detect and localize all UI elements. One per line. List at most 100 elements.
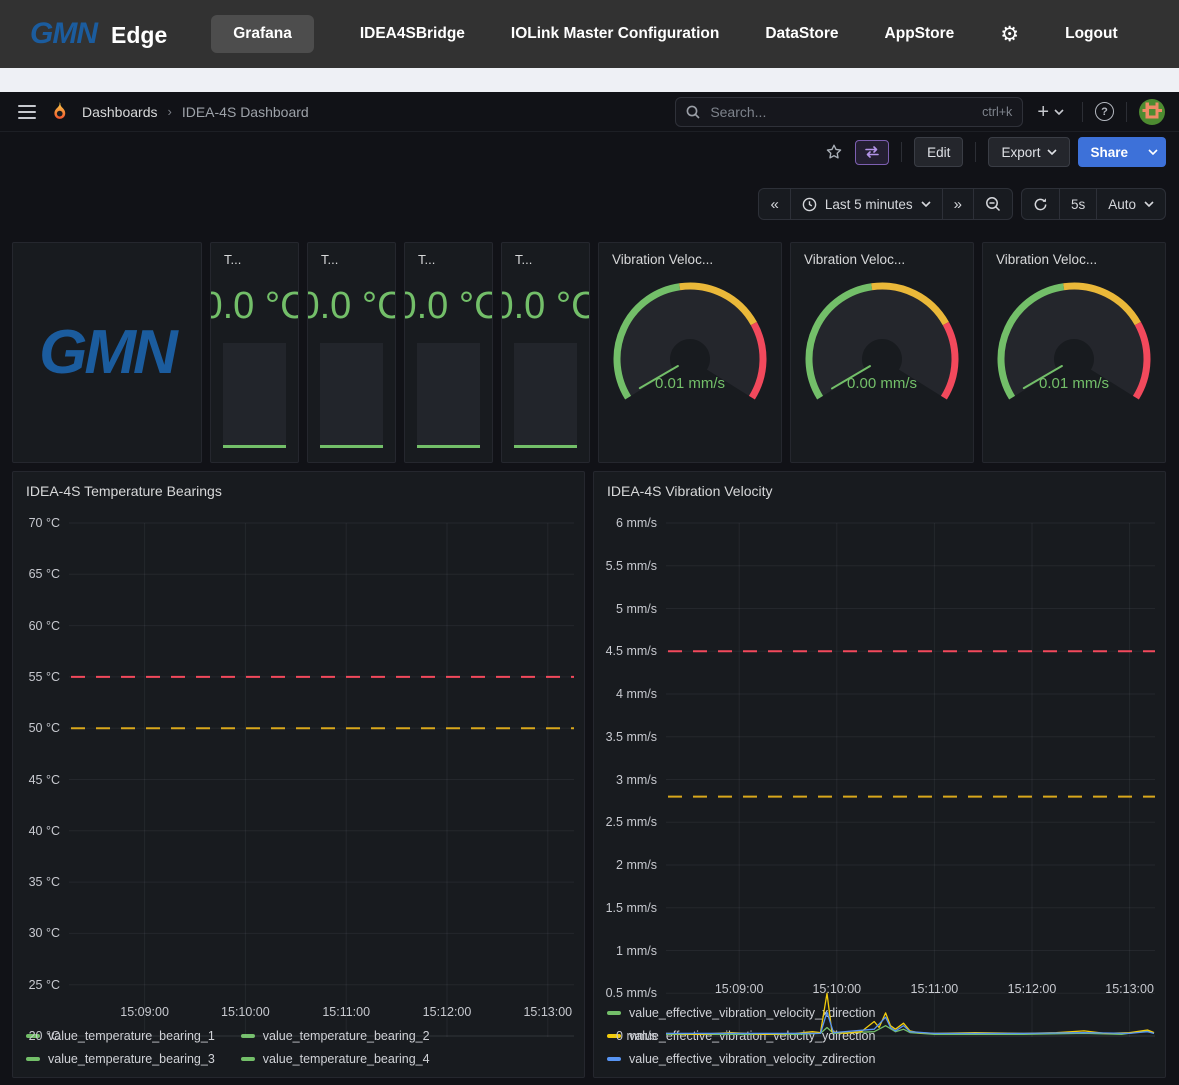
temperature-stat-panel-2: T... 0.0 °C: [307, 242, 396, 463]
x-tick-label: 15:09:00: [715, 982, 764, 996]
share-button[interactable]: Share: [1078, 137, 1140, 167]
y-tick-label: 40 °C: [29, 824, 60, 838]
gauge-value: 0.01 mm/s: [602, 375, 778, 392]
x-tick-label: 15:13:00: [523, 1005, 572, 1019]
x-tick-label: 15:10:00: [812, 982, 861, 996]
auto-refresh-dropdown[interactable]: Auto: [1096, 189, 1165, 219]
y-tick-label: 65 °C: [29, 567, 60, 581]
chevron-down-icon: [1148, 149, 1158, 155]
nav-item-datastore[interactable]: DataStore: [765, 25, 838, 43]
y-tick-label: 1 mm/s: [616, 944, 657, 958]
plot-area[interactable]: [666, 509, 1155, 977]
time-range-group: « Last 5 minutes »: [758, 188, 1012, 220]
x-tick-label: 15:09:00: [120, 1005, 169, 1019]
search-shortcut: ctrl+k: [982, 105, 1012, 119]
grafana-logo-icon[interactable]: [48, 101, 70, 123]
y-tick-label: 4 mm/s: [616, 687, 657, 701]
x-tick-label: 15:10:00: [221, 1005, 270, 1019]
vibration-gauge-panel-3: Vibration Veloc... 0.01 mm/s: [982, 242, 1166, 463]
x-tick-label: 15:13:00: [1105, 982, 1154, 996]
stat-bar-gauge: [223, 343, 286, 448]
y-tick-label: 45 °C: [29, 773, 60, 787]
star-icon[interactable]: [821, 141, 847, 163]
edit-button[interactable]: Edit: [914, 137, 963, 167]
y-axis: 70 °C65 °C60 °C55 °C50 °C45 °C40 °C35 °C…: [23, 509, 69, 1000]
y-tick-label: 2 mm/s: [616, 858, 657, 872]
legend-item[interactable]: value_temperature_bearing_3: [26, 1052, 215, 1066]
zoom-out-button[interactable]: [973, 189, 1012, 219]
y-tick-label: 6 mm/s: [616, 516, 657, 530]
nav-item-logout[interactable]: Logout: [1065, 25, 1118, 43]
breadcrumb-current: IDEA-4S Dashboard: [182, 104, 309, 120]
x-axis: 15:09:0015:10:0015:11:0015:12:0015:13:00: [69, 1000, 574, 1022]
export-button[interactable]: Export: [988, 137, 1070, 167]
y-tick-label: 50 °C: [29, 721, 60, 735]
search-icon: [686, 105, 700, 119]
refresh-button[interactable]: [1022, 189, 1059, 219]
chart-title: IDEA-4S Vibration Velocity: [604, 480, 1155, 509]
nav-item-iolink-master-configuration[interactable]: IOLink Master Configuration: [511, 25, 719, 43]
breadcrumb-dashboards[interactable]: Dashboards: [82, 104, 158, 120]
new-button[interactable]: +: [1031, 102, 1070, 122]
search-box[interactable]: ctrl+k: [675, 97, 1023, 127]
dashboard-toolbar: Edit Export Share: [0, 132, 1179, 172]
nav-item-idea4sbridge[interactable]: IDEA4SBridge: [360, 25, 465, 43]
legend-marker-icon: [26, 1057, 40, 1061]
stat-title: T...: [405, 252, 492, 267]
auto-label: Auto: [1108, 197, 1136, 212]
legend-item[interactable]: value_effective_vibration_velocity_zdire…: [607, 1052, 875, 1066]
temperature-stat-panel-4: T... 0.0 °C: [501, 242, 590, 463]
breadcrumb-separator: ›: [168, 104, 172, 119]
chart-body: 6 mm/s5.5 mm/s5 mm/s4.5 mm/s4 mm/s3.5 mm…: [604, 509, 1155, 977]
chevron-down-icon: [921, 201, 931, 207]
share-split-button: Share: [1078, 137, 1166, 167]
y-tick-label: 25 °C: [29, 978, 60, 992]
search-input[interactable]: [708, 103, 974, 121]
y-tick-label: 4.5 mm/s: [606, 644, 657, 658]
y-tick-label: 3 mm/s: [616, 773, 657, 787]
gauge-value: 0.00 mm/s: [794, 375, 970, 392]
y-tick-label: 30 °C: [29, 926, 60, 940]
y-tick-label: 20 °C: [29, 1029, 60, 1043]
x-axis: 15:09:0015:10:0015:11:0015:12:0015:13:00: [666, 977, 1155, 999]
plot-area[interactable]: [69, 509, 574, 1000]
y-tick-label: 3.5 mm/s: [606, 730, 657, 744]
legend-item[interactable]: value_temperature_bearing_4: [241, 1052, 430, 1066]
vibration-gauge-panel-1: Vibration Veloc... 0.01 mm/s: [598, 242, 782, 463]
y-tick-label: 2.5 mm/s: [606, 815, 657, 829]
stat-bar-gauge: [514, 343, 577, 448]
legend-marker-icon: [607, 1011, 621, 1015]
hamburger-menu-icon[interactable]: [14, 103, 40, 121]
share-menu-button[interactable]: [1140, 137, 1166, 167]
y-tick-label: 70 °C: [29, 516, 60, 530]
temperature-chart-panel: IDEA-4S Temperature Bearings 70 °C65 °C6…: [12, 471, 585, 1078]
gauge: 0.00 mm/s: [794, 279, 970, 429]
gauge-title: Vibration Veloc...: [791, 252, 973, 267]
toolbar-divider-2: [975, 142, 976, 162]
avatar[interactable]: [1139, 99, 1165, 125]
nav-item-appstore[interactable]: AppStore: [885, 25, 955, 43]
stat-title: T...: [211, 252, 298, 267]
stat-value: 0.0 °C: [502, 287, 589, 327]
export-label: Export: [1001, 145, 1040, 160]
time-shift-forward-button[interactable]: »: [942, 189, 973, 219]
chevron-down-icon: [1054, 109, 1064, 115]
time-shift-back-button[interactable]: «: [759, 189, 789, 219]
gear-icon[interactable]: ⚙: [1000, 22, 1019, 46]
time-range-picker[interactable]: Last 5 minutes: [790, 189, 942, 219]
chevron-down-icon: [1047, 149, 1057, 155]
legend-marker-icon: [241, 1057, 255, 1061]
shared-dashboard-icon[interactable]: [855, 140, 889, 165]
plus-icon: +: [1037, 102, 1049, 122]
app-top-nav: GMN Edge Grafana IDEA4SBridge IOLink Mas…: [0, 0, 1179, 68]
y-tick-label: 5 mm/s: [616, 602, 657, 616]
vibration-gauge-panel-2: Vibration Veloc... 0.00 mm/s: [790, 242, 974, 463]
app-nav-menu: Grafana IDEA4SBridge IOLink Master Confi…: [211, 15, 1149, 53]
help-icon[interactable]: ?: [1095, 102, 1114, 121]
refresh-interval-label[interactable]: 5s: [1059, 189, 1096, 219]
stat-bar-gauge: [320, 343, 383, 448]
gauge: 0.01 mm/s: [602, 279, 778, 429]
zoom-out-icon: [985, 196, 1001, 212]
stat-value: 0.0 °C: [405, 287, 492, 327]
nav-item-grafana[interactable]: Grafana: [211, 15, 314, 53]
